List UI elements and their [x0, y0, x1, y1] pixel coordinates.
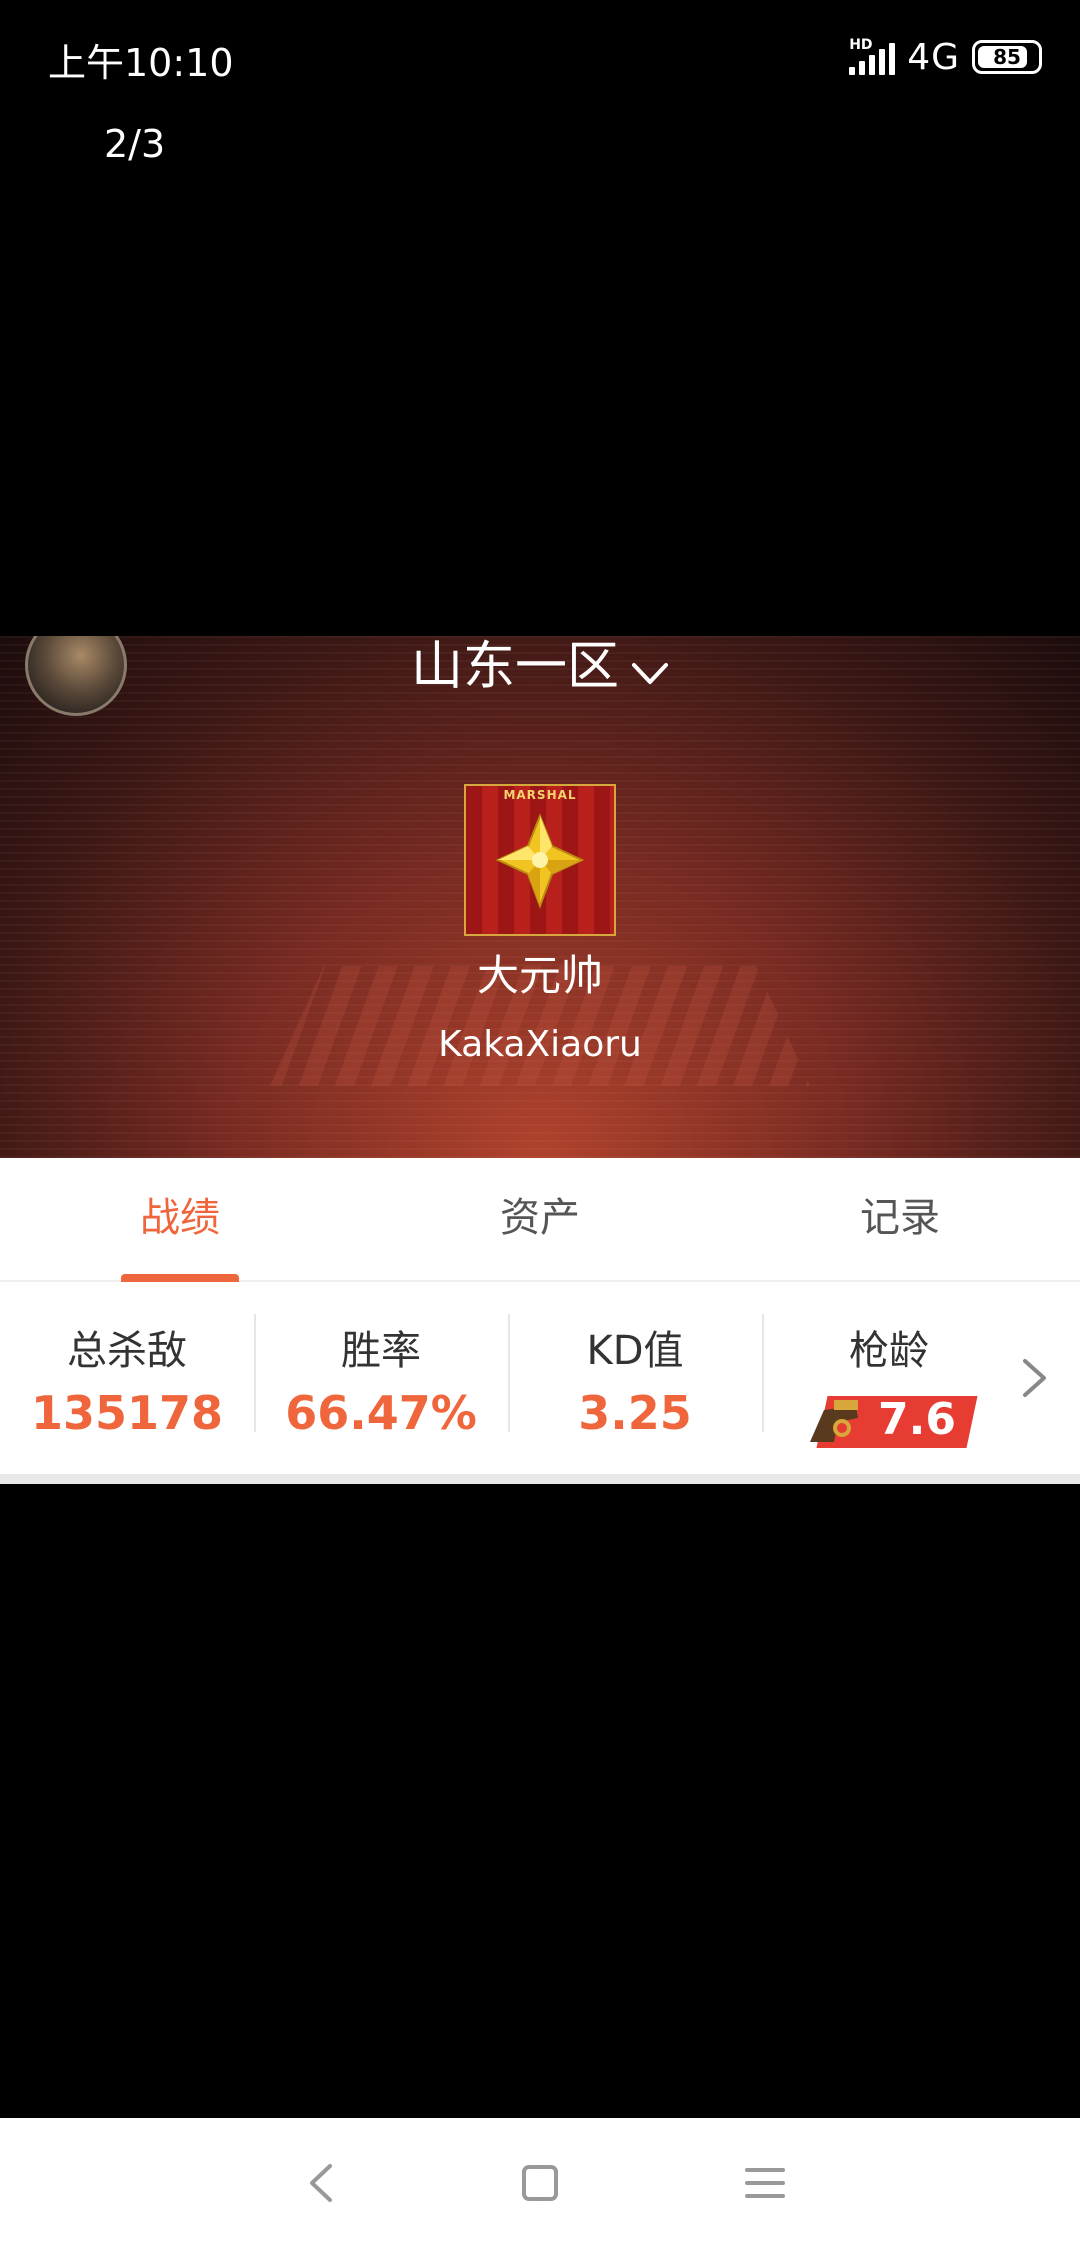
divider [0, 1474, 1080, 1484]
stat-gun-age: 枪龄 7.6 [762, 1282, 1016, 1482]
battery-level: 85 [993, 45, 1021, 69]
stat-total-kills: 总杀敌 135178 [0, 1282, 254, 1482]
chevron-right-icon[interactable] [1020, 1356, 1050, 1404]
signal-icon: HD [849, 37, 896, 75]
stat-value: 66.47% [285, 1386, 477, 1440]
rank-title: 大元帅 [476, 951, 603, 1000]
gun-age-badge: 7.6 [804, 1392, 978, 1450]
stat-label: 枪龄 [849, 1328, 929, 1374]
tab-record[interactable]: 战绩 [0, 1158, 360, 1282]
tab-label: 资产 [500, 1195, 580, 1241]
stat-value: 7.6 [878, 1394, 956, 1445]
tab-label: 记录 [860, 1195, 940, 1241]
profile-header: 山东一区 MARSHAL 大元帅 KakaXiaoru [0, 636, 1080, 1158]
chevron-down-icon [631, 640, 669, 700]
status-icons: HD 4G 85 [849, 36, 1042, 78]
stat-label: KD值 [586, 1328, 684, 1374]
tab-active-indicator [121, 1274, 239, 1282]
page-counter: 2/3 [104, 122, 166, 166]
content-card: 战绩 资产 记录 总杀敌 135178 胜率 66.47% KD值 3.25 枪… [0, 1158, 1080, 1484]
tab-history[interactable]: 记录 [720, 1158, 1080, 1280]
tab-assets[interactable]: 资产 [360, 1158, 720, 1280]
star-icon [495, 813, 585, 909]
navigation-bar [0, 2118, 1080, 2248]
status-time: 上午10:10 [48, 41, 234, 85]
battery-icon: 85 [972, 40, 1042, 74]
stat-label: 胜率 [341, 1328, 421, 1374]
stat-win-rate: 胜率 66.47% [254, 1282, 508, 1482]
rank-badge: MARSHAL [464, 784, 616, 936]
stat-label: 总杀敌 [67, 1328, 187, 1374]
stats-row[interactable]: 总杀敌 135178 胜率 66.47% KD值 3.25 枪龄 7.6 [0, 1282, 1080, 1482]
stat-value: 135178 [30, 1386, 224, 1440]
server-selector[interactable]: 山东一区 [0, 636, 1080, 700]
gun-icon [810, 1400, 858, 1442]
tab-bar: 战绩 资产 记录 [0, 1158, 1080, 1282]
status-bar: 上午10:10 HD 4G 85 [0, 0, 1080, 110]
back-icon[interactable] [296, 2158, 346, 2208]
server-name: 山东一区 [410, 637, 619, 697]
network-type: 4G [907, 36, 960, 78]
tab-label: 战绩 [140, 1195, 220, 1241]
stat-value: 3.25 [578, 1386, 692, 1440]
player-name: KakaXiaoru [438, 1024, 642, 1065]
stat-kd: KD值 3.25 [508, 1282, 762, 1482]
home-icon[interactable] [515, 2158, 565, 2208]
menu-icon[interactable] [740, 2158, 790, 2208]
hd-label: HD [849, 37, 873, 53]
